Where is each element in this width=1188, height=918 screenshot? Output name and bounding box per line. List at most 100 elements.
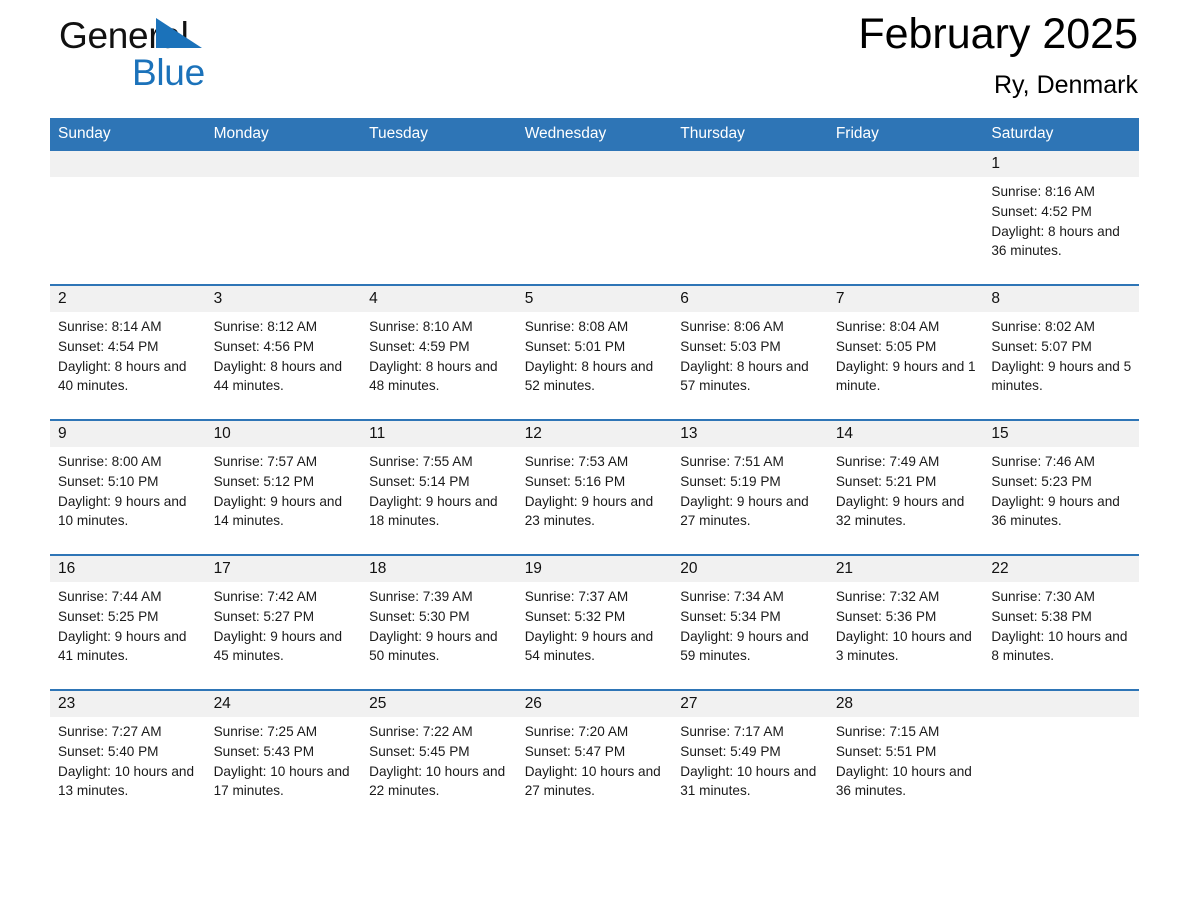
day-details: Sunrise: 8:02 AM Sunset: 5:07 PM Daylight:… <box>983 312 1139 396</box>
calendar-table: Sunday Monday Tuesday Wednesday Thursday… <box>50 118 1139 824</box>
day-details: Sunrise: 7:22 AM Sunset: 5:45 PM Daylight:… <box>361 717 517 801</box>
day-number <box>672 151 828 177</box>
calendar-day-cell[interactable]: 12 Sunrise: 7:53 AM Sunset: 5:16 PM Dayligh… <box>516 419 673 555</box>
calendar-day-cell[interactable]: 10 Sunrise: 7:57 AM Sunset: 5:12 PM Dayligh… <box>205 419 362 555</box>
calendar-day-cell[interactable]: 4 Sunrise: 8:10 AM Sunset: 4:59 PM Daylight… <box>361 284 517 420</box>
sunset-text: Sunset: 5:05 PM <box>835 338 937 354</box>
calendar-day-cell[interactable]: 2 Sunrise: 8:14 AM Sunset: 4:54 PM Daylight… <box>50 284 206 420</box>
calendar-day-cell[interactable]: 9 Sunrise: 8:00 AM Sunset: 5:10 PM Daylight… <box>50 419 206 555</box>
day-details: Sunrise: 7:57 AM Sunset: 5:12 PM Daylight:… <box>206 447 362 531</box>
day-number: 22 <box>983 556 1139 582</box>
day-number: 13 <box>672 421 828 447</box>
calendar-day-cell[interactable]: 6 Sunrise: 8:06 AM Sunset: 5:03 PM Daylight… <box>672 284 828 420</box>
daylight-text: Daylight: 9 hours and 1 minute. <box>835 358 976 394</box>
daylight-text: Daylight: 8 hours and 52 minutes. <box>524 358 654 394</box>
day-details: Sunrise: 7:42 AM Sunset: 5:27 PM Daylight:… <box>206 582 362 666</box>
sunrise-text: Sunrise: 7:57 AM <box>213 454 318 469</box>
day-number: 7 <box>827 286 984 312</box>
calendar-week-row: 9 Sunrise: 8:00 AM Sunset: 5:10 PM Daylight… <box>50 419 1139 555</box>
day-number: 17 <box>205 556 362 582</box>
calendar-day-cell[interactable]: 13 Sunrise: 7:51 AM Sunset: 5:19 PM Dayligh… <box>672 419 828 555</box>
calendar-day-cell[interactable]: 21 Sunrise: 7:32 AM Sunset: 5:36 PM Dayligh… <box>827 554 984 690</box>
sunrise-text: Sunrise: 7:44 AM <box>58 589 162 604</box>
weekday-header-monday: Monday <box>205 118 362 151</box>
sunset-text: Sunset: 5:12 PM <box>213 473 315 489</box>
day-details: Sunrise: 7:25 AM Sunset: 5:43 PM Daylight:… <box>206 717 362 801</box>
calendar-day-cell[interactable]: 27 Sunrise: 7:17 AM Sunset: 5:49 PM Dayligh… <box>672 689 828 824</box>
sunset-text: Sunset: 5:32 PM <box>524 608 626 624</box>
calendar-cell-empty <box>205 151 362 285</box>
day-details: Sunrise: 7:30 AM Sunset: 5:38 PM Daylight:… <box>983 582 1139 666</box>
weekday-header-row: Sunday Monday Tuesday Wednesday Thursday… <box>50 118 1139 151</box>
calendar-day-cell[interactable]: 11 Sunrise: 7:55 AM Sunset: 5:14 PM Dayligh… <box>361 419 517 555</box>
calendar-day-cell[interactable]: 18 Sunrise: 7:39 AM Sunset: 5:30 PM Dayligh… <box>361 554 517 690</box>
calendar-day-cell[interactable]: 24 Sunrise: 7:25 AM Sunset: 5:43 PM Dayligh… <box>205 689 362 824</box>
daylight-text: Daylight: 8 hours and 40 minutes. <box>58 358 187 394</box>
sunset-text: Sunset: 5:47 PM <box>524 743 626 759</box>
sunset-text: Sunset: 5:49 PM <box>680 743 781 759</box>
sunset-text: Sunset: 5:10 PM <box>58 473 159 489</box>
day-number: 28 <box>827 691 984 717</box>
daylight-text: Daylight: 9 hours and 36 minutes. <box>991 493 1120 529</box>
calendar-day-cell[interactable]: 14 Sunrise: 7:49 AM Sunset: 5:21 PM Dayligh… <box>827 419 984 555</box>
page-title: February 2025 <box>858 10 1138 58</box>
day-number: 20 <box>672 556 828 582</box>
calendar-day-cell[interactable]: 23 Sunrise: 7:27 AM Sunset: 5:40 PM Dayligh… <box>50 689 206 824</box>
day-number <box>50 151 206 177</box>
day-details: Sunrise: 7:46 AM Sunset: 5:23 PM Daylight:… <box>983 447 1139 531</box>
day-number: 19 <box>516 556 673 582</box>
daylight-text: Daylight: 10 hours and 8 minutes. <box>991 628 1128 664</box>
sunset-text: Sunset: 5:14 PM <box>369 473 470 489</box>
sunrise-text: Sunrise: 8:16 AM <box>991 184 1095 199</box>
calendar-day-cell[interactable]: 8 Sunrise: 8:02 AM Sunset: 5:07 PM Daylight… <box>983 284 1139 420</box>
calendar-day-cell[interactable]: 28 Sunrise: 7:15 AM Sunset: 5:51 PM Dayligh… <box>827 689 984 824</box>
sunrise-text: Sunrise: 7:25 AM <box>213 724 318 739</box>
sunset-text: Sunset: 5:01 PM <box>524 338 626 354</box>
sunrise-text: Sunrise: 7:27 AM <box>58 724 162 739</box>
calendar-day-cell[interactable]: 5 Sunrise: 8:08 AM Sunset: 5:01 PM Daylight… <box>516 284 673 420</box>
page-subtitle: Ry, Denmark <box>993 71 1138 99</box>
day-details: Sunrise: 7:20 AM Sunset: 5:47 PM Daylight:… <box>517 717 673 801</box>
sunset-text: Sunset: 4:56 PM <box>213 338 315 354</box>
calendar-cell-empty <box>827 151 984 285</box>
calendar-day-cell[interactable]: 22 Sunrise: 7:30 AM Sunset: 5:38 PM Dayligh… <box>983 554 1139 690</box>
sunset-text: Sunset: 5:03 PM <box>680 338 781 354</box>
day-details: Sunrise: 8:06 AM Sunset: 5:03 PM Daylight:… <box>672 312 828 396</box>
calendar-day-cell[interactable]: 25 Sunrise: 7:22 AM Sunset: 5:45 PM Dayligh… <box>361 689 517 824</box>
calendar-day-cell[interactable]: 16 Sunrise: 7:44 AM Sunset: 5:25 PM Dayligh… <box>50 554 206 690</box>
logo-triangle-icon <box>156 18 202 48</box>
sunrise-text: Sunrise: 8:04 AM <box>835 319 940 334</box>
day-details: Sunrise: 7:53 AM Sunset: 5:16 PM Daylight:… <box>517 447 673 531</box>
calendar-day-cell[interactable]: 1 Sunrise: 8:16 AM Sunset: 4:52 PM Daylight… <box>983 151 1139 285</box>
sunrise-text: Sunrise: 7:15 AM <box>835 724 940 739</box>
day-number: 1 <box>983 151 1139 177</box>
day-number: 12 <box>516 421 673 447</box>
daylight-text: Daylight: 9 hours and 41 minutes. <box>58 628 187 664</box>
day-details: Sunrise: 7:34 AM Sunset: 5:34 PM Daylight:… <box>672 582 828 666</box>
sunset-text: Sunset: 5:21 PM <box>835 473 937 489</box>
daylight-text: Daylight: 10 hours and 36 minutes. <box>835 763 972 799</box>
sunset-text: Sunset: 5:27 PM <box>213 608 315 624</box>
calendar-day-cell[interactable]: 26 Sunrise: 7:20 AM Sunset: 5:47 PM Dayligh… <box>516 689 673 824</box>
calendar-week-row: 2 Sunrise: 8:14 AM Sunset: 4:54 PM Daylight… <box>50 284 1139 420</box>
daylight-text: Daylight: 9 hours and 10 minutes. <box>58 493 187 529</box>
calendar-day-cell[interactable]: 7 Sunrise: 8:04 AM Sunset: 5:05 PM Daylight… <box>827 284 984 420</box>
day-details: Sunrise: 8:08 AM Sunset: 5:01 PM Daylight:… <box>517 312 673 396</box>
sunrise-text: Sunrise: 7:39 AM <box>369 589 473 604</box>
daylight-text: Daylight: 8 hours and 44 minutes. <box>213 358 343 394</box>
day-details: Sunrise: 8:04 AM Sunset: 5:05 PM Daylight:… <box>828 312 984 396</box>
calendar-day-cell[interactable]: 3 Sunrise: 8:12 AM Sunset: 4:56 PM Daylight… <box>205 284 362 420</box>
day-details: Sunrise: 8:16 AM Sunset: 4:52 PM Daylight:… <box>983 177 1139 261</box>
calendar-day-cell[interactable]: 19 Sunrise: 7:37 AM Sunset: 5:32 PM Dayligh… <box>516 554 673 690</box>
sunrise-text: Sunrise: 8:00 AM <box>58 454 162 469</box>
sunrise-text: Sunrise: 7:17 AM <box>680 724 784 739</box>
calendar-day-cell[interactable]: 15 Sunrise: 7:46 AM Sunset: 5:23 PM Dayligh… <box>983 419 1139 555</box>
sunset-text: Sunset: 4:59 PM <box>369 338 470 354</box>
sunset-text: Sunset: 5:36 PM <box>835 608 937 624</box>
day-details: Sunrise: 7:44 AM Sunset: 5:25 PM Daylight:… <box>50 582 206 666</box>
day-number: 8 <box>983 286 1139 312</box>
calendar-cell-empty <box>516 151 673 285</box>
calendar-day-cell[interactable]: 17 Sunrise: 7:42 AM Sunset: 5:27 PM Dayligh… <box>205 554 362 690</box>
calendar-day-cell[interactable]: 20 Sunrise: 7:34 AM Sunset: 5:34 PM Dayligh… <box>672 554 828 690</box>
calendar-cell-empty <box>361 151 517 285</box>
